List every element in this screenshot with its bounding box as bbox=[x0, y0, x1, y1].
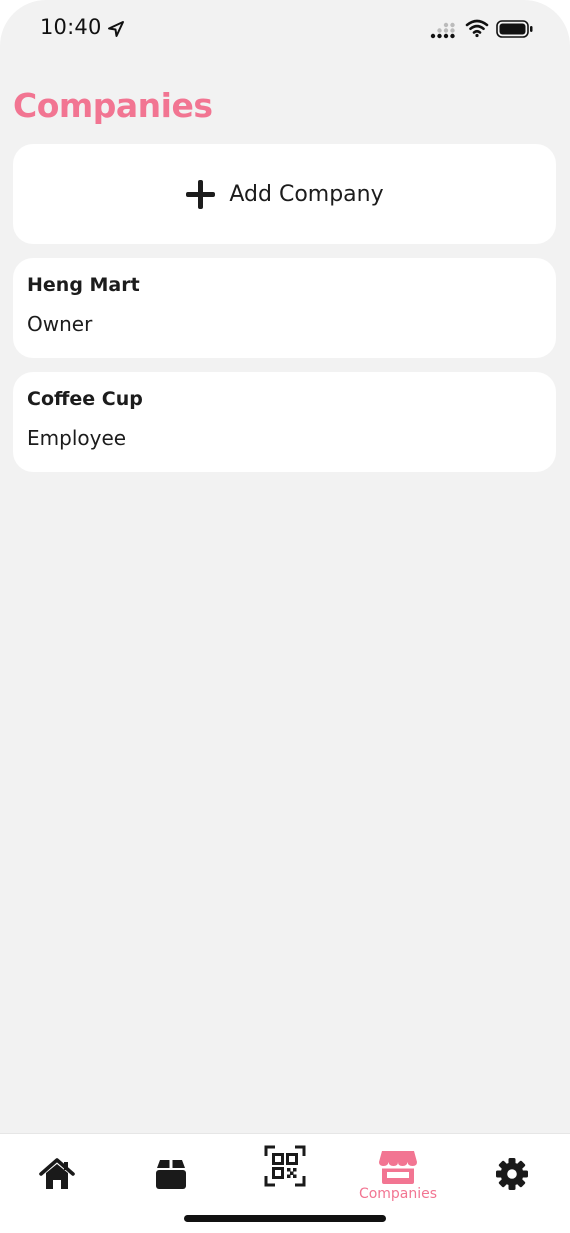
qr-scan-icon bbox=[264, 1145, 306, 1187]
home-indicator[interactable] bbox=[184, 1215, 386, 1222]
company-card-heng-mart[interactable]: Heng Mart Owner bbox=[13, 258, 556, 358]
cellular-signal-icon bbox=[430, 22, 455, 39]
tab-home[interactable] bbox=[7, 1134, 107, 1212]
battery-icon bbox=[496, 20, 533, 38]
add-company-button[interactable]: Add Company bbox=[13, 144, 556, 244]
company-role: Owner bbox=[27, 312, 93, 336]
gear-icon bbox=[496, 1158, 528, 1190]
box-icon bbox=[156, 1160, 186, 1189]
status-time: 10:40 bbox=[40, 15, 102, 39]
tab-scan[interactable] bbox=[235, 1134, 335, 1212]
company-card-coffee-cup[interactable]: Coffee Cup Employee bbox=[13, 372, 556, 472]
home-icon bbox=[39, 1158, 75, 1189]
company-name: Heng Mart bbox=[27, 274, 140, 296]
add-company-content: Add Company bbox=[185, 179, 384, 210]
tab-inventory[interactable] bbox=[121, 1134, 221, 1212]
add-company-label: Add Company bbox=[229, 181, 384, 207]
page-title: Companies bbox=[13, 86, 213, 125]
company-name: Coffee Cup bbox=[27, 388, 143, 410]
store-icon bbox=[379, 1151, 417, 1184]
companies-screen: 10:40 Companies Add Company Heng Mart Ow… bbox=[0, 0, 570, 1233]
status-bar: 10:40 bbox=[0, 0, 570, 60]
tab-settings[interactable] bbox=[462, 1134, 562, 1212]
wifi-icon bbox=[465, 19, 489, 38]
plus-icon bbox=[186, 179, 216, 209]
company-role: Employee bbox=[27, 426, 127, 450]
location-arrow-icon bbox=[108, 21, 124, 37]
tab-companies[interactable]: Companies bbox=[348, 1134, 448, 1212]
tab-companies-label: Companies bbox=[358, 1186, 438, 1202]
